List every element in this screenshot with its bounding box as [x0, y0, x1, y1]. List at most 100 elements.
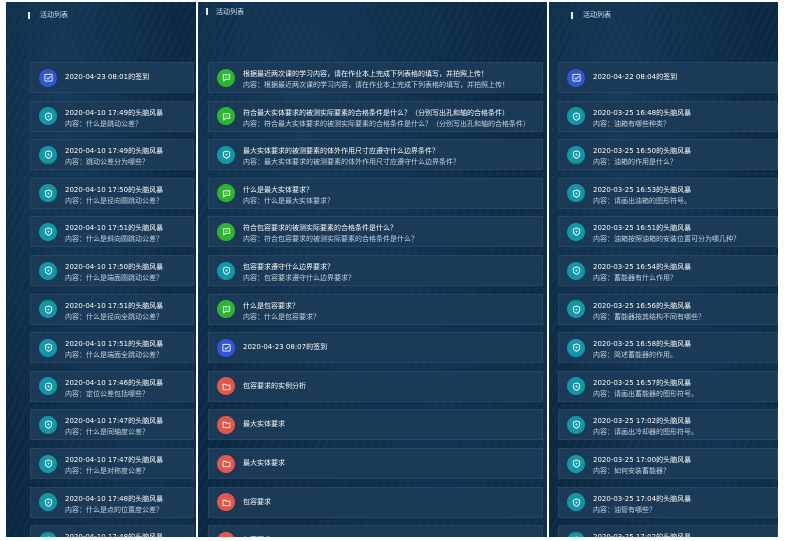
- brainstorm-icon: [567, 184, 585, 203]
- activity-content: 内容：请画出油箱的图形符号。: [593, 196, 691, 206]
- content-label: 内容：: [593, 158, 614, 167]
- activity-item-brainstorm[interactable]: 2020-03-25 16:51的头脑风暴 内容：油箱按照油箱的安装位置可分为哪几…: [558, 216, 778, 248]
- activity-item-brainstorm[interactable]: 2020-03-25 16:50的头脑风暴 内容：油箱的作用是什么？: [558, 139, 778, 171]
- activity-title: 2020-04-23 08:01的签到: [65, 73, 150, 81]
- brainstorm-icon: [39, 184, 57, 203]
- content-text: 请画出蓄能器的图形符号。: [614, 389, 698, 398]
- activity-item-brainstorm[interactable]: 2020-04-10 17:47的头脑风暴 内容：什么是同轴度公差？: [30, 409, 194, 441]
- content-text: 根据最近两次课的学习内容，请在作业本上完成下列表格的填写，并拍照上传！: [264, 81, 509, 89]
- content-label: 内容：: [243, 312, 264, 321]
- brainstorm-icon: [39, 493, 57, 512]
- brainstorm-icon: [217, 261, 235, 280]
- content-label: 内容：: [593, 389, 614, 398]
- activity-title: 2020-04-10 17:47的头脑风暴: [65, 417, 164, 426]
- activity-item-brainstorm[interactable]: 2020-03-25 16:56的头脑风暴 内容：蓄能器按其结构不同有哪些？: [558, 293, 778, 325]
- activity-title: 2020-04-10 17:48的头脑风暴: [65, 494, 164, 503]
- activity-item-checkin[interactable]: 2020-04-22 08:04的签到: [558, 62, 778, 93]
- activity-title: 2020-04-10 17:51的头脑风暴: [65, 224, 164, 233]
- activity-item-brainstorm[interactable]: 2020-04-10 17:48的头脑风暴 内容：什么是点的位置度公差？: [30, 486, 194, 518]
- activity-item-checkin[interactable]: 2020-04-23 08:01的签到: [30, 62, 194, 93]
- activity-item-brainstorm[interactable]: 包容要求遵守什么边界要求？ 内容：包容要求遵守什么边界要求？: [208, 255, 543, 286]
- content-label: 内容：: [243, 158, 264, 167]
- checkin-icon: [567, 68, 585, 87]
- panel-header: 活动列表: [549, 2, 778, 28]
- activity-item-brainstorm[interactable]: 2020-04-10 17:50的头脑风暴 内容：什么是径向圆跳动公差？: [30, 177, 194, 209]
- content-label: 内容：: [65, 235, 86, 244]
- activity-item-task[interactable]: 包容要求的实例分析: [208, 370, 543, 402]
- panel-title: 活动列表: [216, 8, 244, 16]
- brainstorm-icon: [567, 377, 585, 396]
- chat-icon: [217, 184, 235, 203]
- activity-title: 2020-04-22 08:04的签到: [593, 73, 678, 81]
- activity-item-brainstorm[interactable]: 2020-03-25 17:04的头脑风暴 内容：油管有哪些？: [558, 486, 778, 518]
- activity-item-brainstorm[interactable]: 2020-03-25 17:02的头脑风暴内容：请画出加热器的图形符号。: [558, 525, 778, 537]
- folder-icon: [217, 531, 235, 537]
- activity-item-brainstorm[interactable]: 2020-04-10 17:50的头脑风暴 内容：什么是端面圆跳动公差？: [30, 255, 194, 286]
- activity-panel-middle: 活动列表 根据最近两次课的学习内容，请在作业本上完成下列表格的填写，并拍照上传！…: [198, 2, 547, 537]
- activity-item-task[interactable]: 包容要求: [208, 486, 543, 518]
- panel-title: 活动列表: [583, 11, 611, 19]
- activity-item-discussion[interactable]: 什么是包容要求？ 内容：什么是包容要求？: [208, 293, 543, 325]
- activity-content: 内容：什么是点的位置度公差？: [65, 505, 163, 515]
- activity-item-brainstorm[interactable]: 2020-04-10 17:51的头脑风暴 内容：什么是斜向圆跳动公差？: [30, 216, 194, 248]
- content-text: 请画出冷却器的图形符号。: [614, 428, 698, 437]
- activity-item-task[interactable]: 最大实体要求: [208, 409, 543, 441]
- activity-item-discussion[interactable]: 根据最近两次课的学习内容，请在作业本上完成下列表格的填写，并拍照上传！ 内容：根据…: [208, 62, 543, 93]
- activity-item-brainstorm[interactable]: 2020-03-25 16:53的头脑风暴 内容：请画出油箱的图形符号。: [558, 177, 778, 209]
- activity-item-brainstorm[interactable]: 2020-04-10 17:49的头脑风暴 内容：什么是跳动公差？: [30, 100, 194, 132]
- activity-item-checkin[interactable]: 2020-04-23 08:07的签到: [208, 332, 543, 364]
- activity-content: 内容：符合包容要求的被测实际要素的合格条件是什么？: [243, 234, 418, 244]
- folder-icon: [217, 377, 235, 396]
- activity-content: 内容：什么是斜向圆跳动公差？: [65, 234, 163, 244]
- content-label: 内容：: [593, 196, 614, 205]
- activity-title: 包容要求: [243, 526, 271, 537]
- folder-icon: [217, 493, 235, 512]
- activity-item-brainstorm[interactable]: 2020-03-25 17:00的头脑风暴 内容：如何安装蓄能器？: [558, 448, 778, 479]
- activity-item-brainstorm[interactable]: 2020-04-10 17:47的头脑风暴 内容：什么是对称度公差？: [30, 448, 194, 479]
- content-text: 最大实体要求的被测要素的体外作用尺寸应遵守什么边界条件？: [264, 158, 460, 167]
- activity-title: 2020-03-25 16:54的头脑风暴: [593, 263, 692, 271]
- content-text: 什么是径向圆跳动公差？: [86, 196, 163, 205]
- activity-title: 2020-04-10 17:48的头脑风暴: [65, 532, 163, 537]
- title-accent-bar: [571, 12, 573, 19]
- activity-item-brainstorm[interactable]: 2020-04-10 17:49的头脑风暴 内容：跳动公差分为哪些？: [30, 139, 194, 171]
- activity-item-discussion[interactable]: 符合最大实体要求的被测实际要素的合格条件是什么？（分别写出孔和轴的合格条件） 内容…: [208, 100, 543, 132]
- activity-item-brainstorm[interactable]: 2020-03-25 16:58的头脑风暴 内容：简述蓄能器的作用。: [558, 332, 778, 364]
- content-text: 什么是端面全跳动公差？: [86, 351, 163, 360]
- activity-content: 内容：什么是对称度公差？: [65, 466, 149, 476]
- activity-item-discussion[interactable]: 符合包容要求的被测实际要素的合格条件是什么？ 内容：符合包容要求的被测实际要素的合…: [208, 216, 543, 248]
- activity-item-task[interactable]: 包容要求: [208, 525, 543, 537]
- activity-item-discussion[interactable]: 什么是最大实体要求？ 内容：什么是最大实体要求？: [208, 177, 543, 209]
- content-label: 内容：: [65, 274, 86, 282]
- content-text: 符合包容要求的被测实际要素的合格条件是什么？: [264, 235, 418, 244]
- activity-content: 内容：请画出蓄能器的图形符号。: [593, 389, 698, 399]
- activity-title: 包容要求遵守什么边界要求？: [243, 263, 334, 271]
- activity-content: 内容：请画出冷却器的图形符号。: [593, 427, 698, 437]
- activity-title: 2020-04-23 08:07的签到: [243, 343, 328, 352]
- activity-title: 最大实体要求: [243, 459, 285, 467]
- content-text: 油箱有哪些种类？: [614, 119, 670, 128]
- activity-item-brainstorm[interactable]: 2020-04-10 17:46的头脑风暴 内容：定位公差包括哪些？: [30, 370, 194, 402]
- activity-item-brainstorm[interactable]: 2020-04-10 17:51的头脑风暴 内容：什么是端面全跳动公差？: [30, 332, 194, 364]
- content-label: 内容：: [593, 119, 614, 128]
- content-text: 蓄能器有什么作用？: [614, 274, 677, 282]
- activity-title: 2020-03-25 16:48的头脑风暴: [593, 108, 692, 117]
- activity-item-brainstorm[interactable]: 2020-04-10 17:51的头脑风暴 内容：什么是径向全跳动公差？: [30, 293, 194, 325]
- activity-item-task[interactable]: 最大实体要求: [208, 448, 543, 479]
- chat-icon: [217, 222, 235, 241]
- activity-title: 包容要求: [243, 497, 271, 506]
- content-text: 跳动公差分为哪些？: [86, 158, 149, 167]
- activity-item-brainstorm[interactable]: 2020-03-25 16:57的头脑风暴 内容：请画出蓄能器的图形符号。: [558, 370, 778, 402]
- activity-item-brainstorm[interactable]: 2020-03-25 16:54的头脑风暴 内容：蓄能器有什么作用？: [558, 255, 778, 286]
- activity-title: 最大实体要求: [243, 420, 285, 429]
- activity-item-brainstorm[interactable]: 2020-04-10 17:48的头脑风暴内容：什么是线的位置度公差？: [30, 525, 194, 537]
- folder-icon: [217, 415, 235, 434]
- content-label: 内容：: [65, 158, 86, 167]
- activity-content: 内容：跳动公差分为哪些？: [65, 157, 149, 167]
- activity-content: 内容：什么是最大实体要求？: [243, 196, 334, 206]
- activity-item-brainstorm[interactable]: 最大实体要求的被测要素的体外作用尺寸应遵守什么边界条件？ 内容：最大实体要求的被测…: [208, 139, 543, 171]
- content-label: 内容：: [593, 351, 614, 360]
- activity-item-brainstorm[interactable]: 2020-03-25 16:48的头脑风暴 内容：油箱有哪些种类？: [558, 100, 778, 132]
- brainstorm-icon: [567, 531, 585, 537]
- activity-item-brainstorm[interactable]: 2020-03-25 17:02的头脑风暴 内容：请画出冷却器的图形符号。: [558, 409, 778, 441]
